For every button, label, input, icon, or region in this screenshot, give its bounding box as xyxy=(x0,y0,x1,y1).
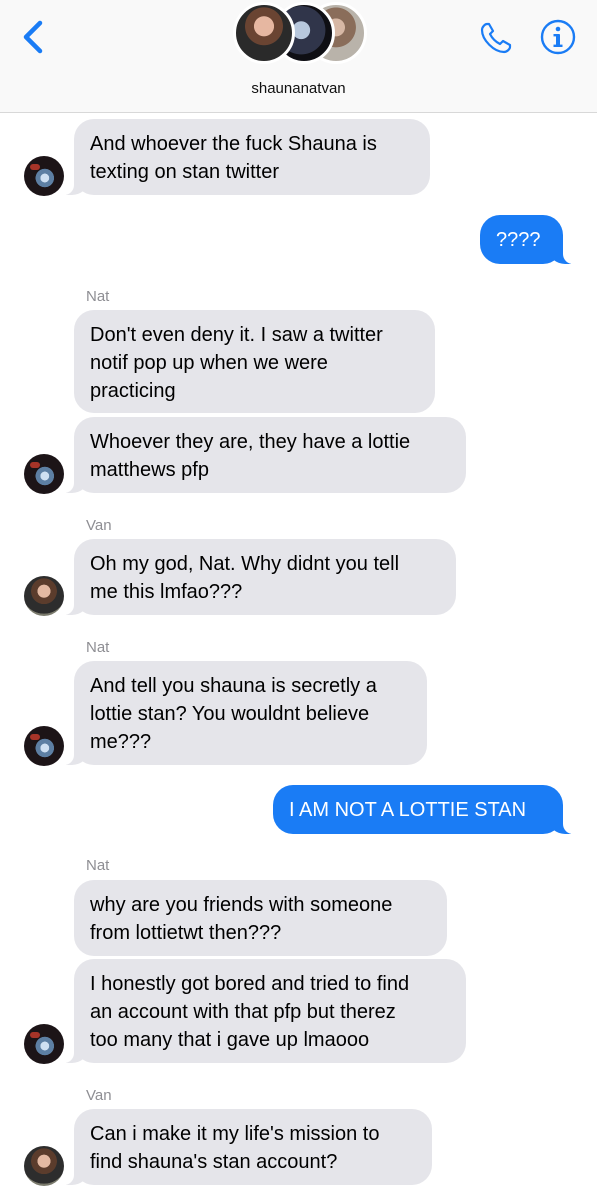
message-bubble-outgoing[interactable]: I AM NOT A LOTTIE STAN xyxy=(273,785,576,834)
sender-label: Nat xyxy=(86,857,110,874)
message-text-line: Whoever they are, they have a lottie xyxy=(90,431,411,453)
message-text-line: I honestly got bored and tried to find xyxy=(90,973,410,995)
message-text-line: an account with that pfp but therez xyxy=(90,1001,396,1023)
sender-label: Van xyxy=(86,1087,112,1104)
group-avatar-1 xyxy=(233,2,295,64)
message-bubble-incoming[interactable]: Can i make it my life's mission to find … xyxy=(61,1109,432,1185)
message-bubble-incoming[interactable]: why are you friends with someone from lo… xyxy=(74,880,447,956)
avatar-nat[interactable] xyxy=(24,726,64,766)
info-icon[interactable] xyxy=(539,18,577,56)
message-text-line: me??? xyxy=(90,731,152,753)
message-text-line: matthews pfp xyxy=(90,459,209,481)
message-text-line: Can i make it my life's mission to xyxy=(90,1123,380,1145)
sender-label: Van xyxy=(86,517,112,534)
message-text-line: from lottietwt then??? xyxy=(90,922,282,944)
group-name[interactable]: shaunanatvan xyxy=(0,80,597,97)
avatar-nat[interactable] xyxy=(24,1024,64,1064)
message-text-line: And whoever the fuck Shauna is xyxy=(90,133,377,155)
message-bubble-incoming[interactable]: And tell you shauna is secretly a lottie… xyxy=(61,661,427,765)
message-text-line: why are you friends with someone xyxy=(90,894,393,916)
message-text-line: notif pop up when we were xyxy=(90,352,328,374)
message-text-line: find shauna's stan account? xyxy=(90,1151,338,1173)
message-text-line: I AM NOT A LOTTIE STAN xyxy=(289,799,527,821)
sender-label: Nat xyxy=(86,288,110,305)
avatar-nat[interactable] xyxy=(24,454,64,494)
message-bubble-incoming[interactable]: Don't even deny it. I saw a twitter noti… xyxy=(74,310,435,413)
message-bubble-outgoing[interactable]: ???? xyxy=(480,215,576,264)
message-text-line: too many that i gave up lmaooo xyxy=(90,1029,370,1051)
message-text-line: ???? xyxy=(496,229,541,251)
avatar-van[interactable] xyxy=(24,576,64,616)
conversation-header: shaunanatvan xyxy=(0,0,597,113)
message-text-line: Oh my god, Nat. Why didnt you tell xyxy=(90,553,400,575)
message-text-line: lottie stan? You wouldnt believe xyxy=(90,703,370,725)
avatar-nat[interactable] xyxy=(24,156,64,196)
chevron-left-icon[interactable] xyxy=(18,18,48,56)
avatar-van[interactable] xyxy=(24,1146,64,1186)
group-avatar-stack[interactable] xyxy=(233,0,369,68)
message-text-line: And tell you shauna is secretly a xyxy=(90,675,377,697)
sender-label: Nat xyxy=(86,639,110,656)
message-text-line: practicing xyxy=(90,380,176,402)
message-text-line: me this lmfao??? xyxy=(90,581,243,603)
message-bubble-incoming[interactable]: I honestly got bored and tried to find a… xyxy=(61,959,466,1063)
message-bubble-incoming[interactable]: Oh my god, Nat. Why didnt you tell me th… xyxy=(61,539,456,615)
message-text-line: Don't even deny it. I saw a twitter xyxy=(90,324,383,346)
message-bubble-incoming[interactable]: And whoever the fuck Shauna is texting o… xyxy=(61,119,430,195)
phone-icon[interactable] xyxy=(478,20,514,56)
message-text-line: texting on stan twitter xyxy=(90,161,279,183)
message-bubble-incoming[interactable]: Whoever they are, they have a lottie mat… xyxy=(61,417,466,493)
